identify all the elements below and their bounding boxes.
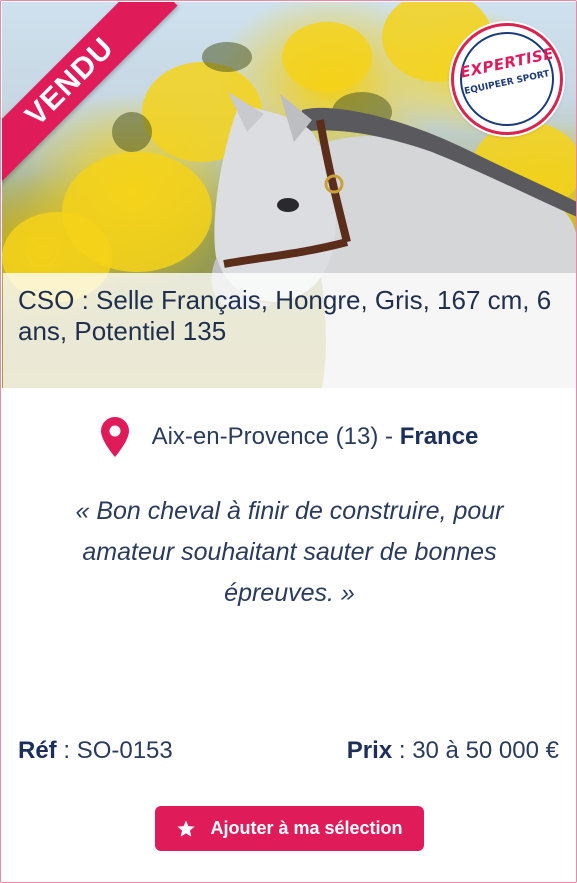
price-separator: :: [392, 737, 413, 764]
listing-title[interactable]: CSO : Selle Français, Hongre, Gris, 167 …: [18, 285, 563, 347]
location-row: Aix-en-Provence (13) - France: [1, 417, 576, 457]
location-pin-icon: [100, 417, 129, 457]
horse-description-quote: « Bon cheval à finir de construire, pour…: [75, 497, 504, 607]
reference-separator: :: [56, 737, 77, 764]
price: Prix : 30 à 50 000 €: [347, 737, 559, 765]
listing-card[interactable]: VENDU EXPERTISE EQUIPEER SPORT CSO : Sel…: [0, 0, 577, 883]
expertise-seal: EXPERTISE EQUIPEER SPORT: [451, 23, 563, 135]
add-to-selection-label: Ajouter à ma sélection: [210, 818, 403, 838]
add-to-selection-button[interactable]: Ajouter à ma sélection: [155, 806, 424, 851]
price-value: 30 à 50 000 €: [412, 737, 559, 764]
location-separator: -: [378, 423, 400, 450]
location-city: Aix-en-Provence (13): [151, 423, 379, 450]
star-icon: [177, 820, 196, 837]
reference: Réf : SO-0153: [18, 737, 173, 765]
reference-value: SO-0153: [76, 737, 173, 764]
price-label: Prix: [346, 737, 393, 764]
location-country: France: [399, 423, 479, 450]
reference-label: Réf: [18, 737, 57, 764]
